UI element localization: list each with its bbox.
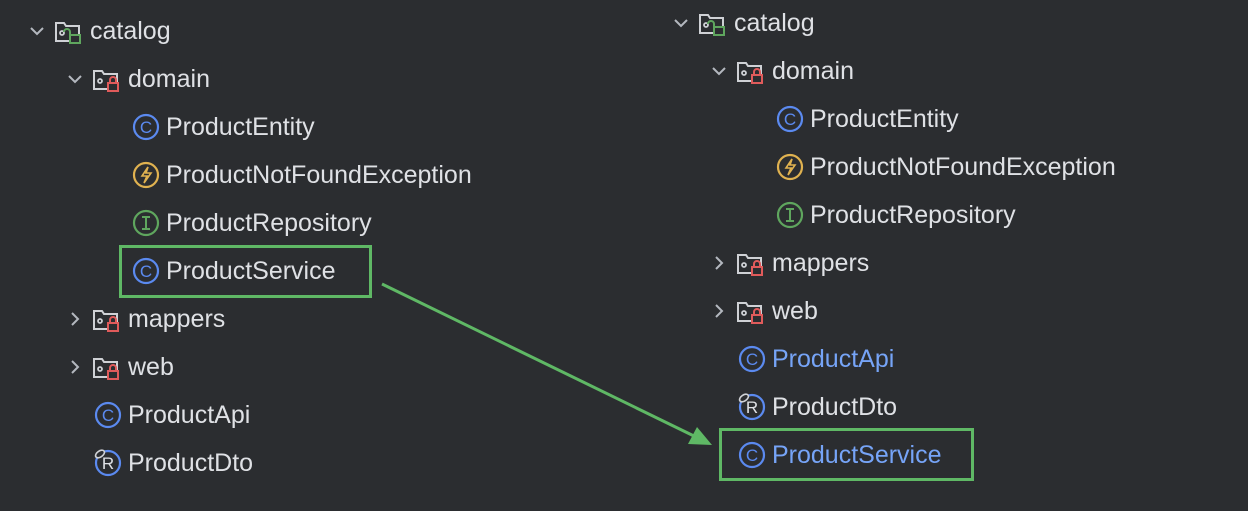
package-folder-open-lock-icon bbox=[53, 16, 83, 46]
chevron-down-icon[interactable] bbox=[704, 56, 734, 86]
tree-node-label: catalog bbox=[90, 17, 171, 45]
tree-node-label: domain bbox=[772, 57, 854, 85]
tree-node-label: ProductDto bbox=[772, 393, 898, 421]
svg-text:C: C bbox=[140, 118, 152, 137]
highlight-box-after bbox=[719, 428, 974, 481]
tree-node-label: mappers bbox=[772, 249, 870, 277]
package-folder-lock-icon bbox=[91, 352, 121, 382]
tree-node-label: mappers bbox=[128, 305, 226, 333]
class-icon: C bbox=[131, 112, 161, 142]
interface-icon bbox=[775, 200, 805, 230]
chevron-right-icon[interactable] bbox=[704, 296, 734, 326]
tree-node-label: web bbox=[772, 297, 818, 325]
svg-text:C: C bbox=[102, 406, 114, 425]
tree-node-label: ProductRepository bbox=[810, 201, 1016, 229]
tree-node-label: catalog bbox=[734, 9, 815, 37]
tree-node-label: ProductEntity bbox=[166, 113, 315, 141]
svg-text:C: C bbox=[746, 350, 758, 369]
tree-node-label: ProductDto bbox=[128, 449, 254, 477]
package-folder-open-lock-icon bbox=[697, 8, 727, 38]
chevron-right-icon[interactable] bbox=[60, 304, 90, 334]
svg-text:R: R bbox=[746, 398, 758, 417]
package-folder-lock-icon bbox=[735, 248, 765, 278]
chevron-down-icon[interactable] bbox=[60, 64, 90, 94]
svg-text:C: C bbox=[784, 110, 796, 129]
record-icon: R bbox=[93, 448, 123, 478]
class-icon: C bbox=[775, 104, 805, 134]
interface-icon bbox=[131, 208, 161, 238]
chevron-right-icon[interactable] bbox=[60, 352, 90, 382]
package-folder-lock-icon bbox=[91, 304, 121, 334]
tree-node-label: ProductApi bbox=[772, 345, 895, 373]
highlight-box-before bbox=[119, 245, 372, 298]
chevron-down-icon[interactable] bbox=[22, 16, 52, 46]
svg-text:R: R bbox=[102, 454, 114, 473]
exception-icon bbox=[775, 152, 805, 182]
package-folder-lock-icon bbox=[735, 296, 765, 326]
tree-node-label: ProductApi bbox=[128, 401, 251, 429]
chevron-down-icon[interactable] bbox=[666, 8, 696, 38]
tree-node-label: ProductRepository bbox=[166, 209, 372, 237]
package-folder-lock-icon bbox=[735, 56, 765, 86]
record-icon: R bbox=[737, 392, 767, 422]
class-icon: C bbox=[737, 344, 767, 374]
package-folder-lock-icon bbox=[91, 64, 121, 94]
tree-node-label: web bbox=[128, 353, 174, 381]
tree-node-label: ProductEntity bbox=[810, 105, 959, 133]
exception-icon bbox=[131, 160, 161, 190]
chevron-right-icon[interactable] bbox=[704, 248, 734, 278]
tree-node-label: ProductNotFoundException bbox=[166, 161, 472, 189]
class-icon: C bbox=[93, 400, 123, 430]
tree-node-label: ProductNotFoundException bbox=[810, 153, 1116, 181]
tree-node-label: domain bbox=[128, 65, 210, 93]
